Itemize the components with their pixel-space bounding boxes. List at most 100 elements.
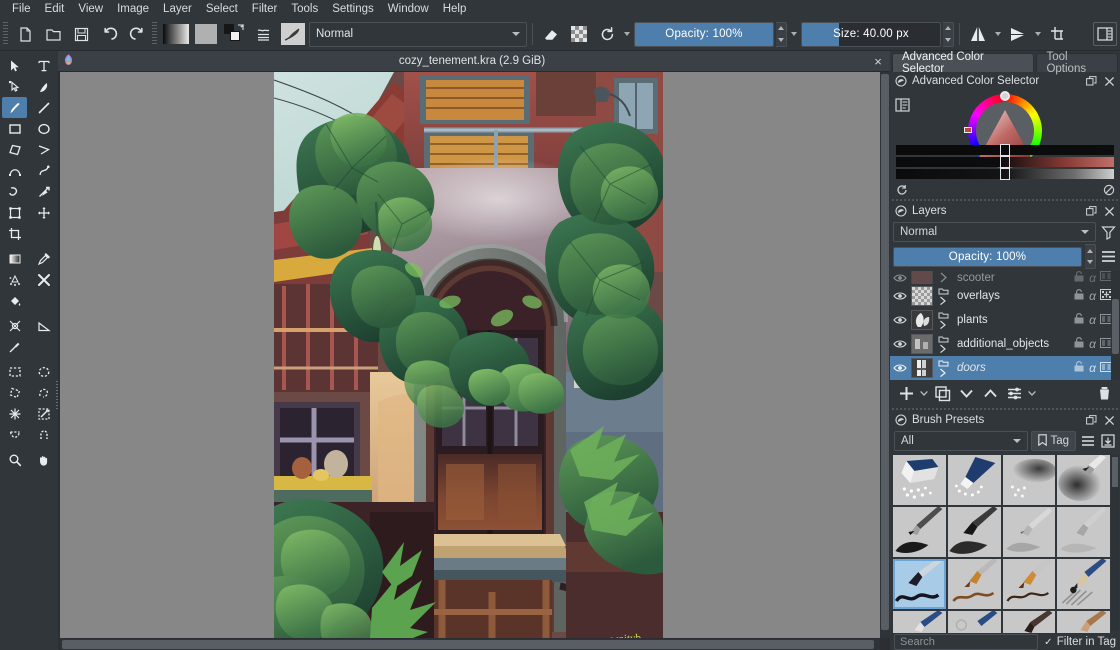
select-ellipse-icon[interactable] xyxy=(31,361,56,382)
brush-preset-eraser-soft[interactable] xyxy=(893,455,946,505)
rectangle-tool[interactable] xyxy=(2,118,27,139)
mirror-vertical-icon[interactable] xyxy=(1005,21,1031,47)
canvas-vertical-scrollbar[interactable] xyxy=(880,72,890,638)
opacity-spinner[interactable] xyxy=(776,21,787,47)
layer-properties-menu-icon[interactable] xyxy=(1099,248,1117,266)
mirror-horizontal-dropdown-icon[interactable] xyxy=(993,22,1003,47)
brush-presets-scrollbar[interactable] xyxy=(1111,455,1119,631)
canvas-artwork[interactable]: wojtyb xyxy=(274,72,663,638)
gradient-tool[interactable] xyxy=(2,248,27,269)
brush-preset-bristle-brush[interactable] xyxy=(947,559,1001,609)
group-layer-icon[interactable] xyxy=(936,287,950,305)
brush-preset-blue-pen-row4[interactable] xyxy=(893,611,946,633)
size-spinner[interactable] xyxy=(943,21,954,47)
freehand-brush-tool[interactable] xyxy=(2,97,27,118)
alpha-inherit-icon[interactable]: α xyxy=(1089,289,1096,303)
layer-name[interactable]: overlays xyxy=(953,290,1070,302)
brush-preset-ink-brush-dark[interactable] xyxy=(947,507,1001,557)
polygon-tool[interactable] xyxy=(2,139,27,160)
select-magnetic-icon[interactable] xyxy=(31,424,56,445)
lock-icon[interactable] xyxy=(1073,289,1085,303)
brush-preset-tan-brush-row4[interactable] xyxy=(1057,611,1110,633)
group-layer-icon[interactable] xyxy=(936,311,950,329)
select-polygon-icon[interactable] xyxy=(2,382,27,403)
layer-row-plants[interactable]: plants α xyxy=(890,308,1120,332)
enclose-fill-icon[interactable] xyxy=(2,315,27,336)
layer-row-doors[interactable]: doors α xyxy=(890,356,1120,380)
list-view-icon[interactable] xyxy=(1079,431,1096,451)
layer-name[interactable]: additional_objects xyxy=(953,338,1070,350)
close-icon[interactable] xyxy=(1103,414,1116,427)
filter-layers-icon[interactable] xyxy=(1099,223,1117,241)
dynamic-brush-tool[interactable] xyxy=(2,181,27,202)
layer-row-scooter[interactable]: scooter α xyxy=(890,271,1120,284)
show-dockers-icon[interactable] xyxy=(1093,22,1117,46)
group-layer-icon[interactable] xyxy=(936,272,950,283)
size-slider[interactable]: Size: 40.00 px xyxy=(801,21,941,47)
alpha-inherit-icon[interactable]: α xyxy=(1089,361,1096,375)
brush-preset-eraser-airbrush[interactable] xyxy=(1002,455,1056,505)
brush-preset-pencil-2b[interactable] xyxy=(1057,559,1110,609)
close-icon[interactable] xyxy=(1103,75,1116,88)
lock-icon[interactable] xyxy=(1073,313,1085,327)
menu-tools[interactable]: Tools xyxy=(284,2,325,17)
pattern-preview-icon[interactable] xyxy=(193,21,219,47)
alpha-inherit-icon[interactable]: α xyxy=(1089,271,1096,284)
layer-blend-mode-combo[interactable]: Normal xyxy=(893,222,1096,242)
search-input[interactable]: Search xyxy=(894,634,1038,650)
canvas-vertical-scroll-thumb[interactable] xyxy=(881,74,889,630)
tab-tool-options[interactable]: Tool Options xyxy=(1036,51,1118,75)
layer-visibility-icon[interactable] xyxy=(892,339,908,349)
edit-shapes-tool[interactable] xyxy=(2,76,27,97)
canvas-horizontal-scrollbar[interactable] xyxy=(60,639,880,650)
document-tab[interactable]: cozy_tenement.kra (2.9 GiB) × xyxy=(58,51,890,72)
float-docker-icon[interactable] xyxy=(1085,75,1098,88)
menu-image[interactable]: Image xyxy=(110,2,156,17)
bezier-curve-tool[interactable] xyxy=(2,160,27,181)
freehand-path-tool[interactable] xyxy=(31,160,56,181)
menu-file[interactable]: File xyxy=(5,2,38,17)
layer-name[interactable]: plants xyxy=(953,314,1070,326)
color-slider-2[interactable] xyxy=(896,156,1114,168)
layers-scroll-thumb[interactable] xyxy=(1112,299,1119,354)
brush-presets-grid[interactable] xyxy=(890,453,1120,633)
save-icon[interactable] xyxy=(68,21,94,47)
tag-button[interactable]: Tag xyxy=(1031,431,1076,451)
tab-advanced-color-selector[interactable]: Advanced Color Selector xyxy=(892,51,1035,75)
delete-layer-button[interactable] xyxy=(1093,382,1115,404)
layer-name[interactable]: scooter xyxy=(953,272,1070,284)
color-slider-1-handle[interactable] xyxy=(1000,144,1010,156)
toolbar-grip-2[interactable] xyxy=(152,22,157,46)
menu-layer[interactable]: Layer xyxy=(156,2,199,17)
text-tool[interactable] xyxy=(31,55,56,76)
menu-settings[interactable]: Settings xyxy=(325,2,381,17)
layer-properties-dropdown[interactable] xyxy=(1027,382,1037,404)
assistant-pin-icon[interactable] xyxy=(2,336,27,357)
close-icon[interactable] xyxy=(1103,205,1116,218)
canvas-horizontal-scroll-thumb[interactable] xyxy=(62,640,874,649)
filter-in-tag-checkbox[interactable]: ✓ Filter in Tag xyxy=(1044,636,1116,648)
brush-preset-icon[interactable] xyxy=(279,21,307,47)
no-color-icon[interactable] xyxy=(1102,184,1115,197)
color-slider-3-handle[interactable] xyxy=(1000,168,1010,180)
calligraphy-tool[interactable] xyxy=(31,76,56,97)
colorize-mask-tool[interactable] xyxy=(2,269,27,290)
layer-visibility-icon[interactable] xyxy=(892,291,908,301)
move-layer-up-button[interactable] xyxy=(979,382,1001,404)
reset-color-icon[interactable] xyxy=(895,184,908,197)
workspace-chooser-icon[interactable] xyxy=(251,21,277,47)
color-slider-3[interactable] xyxy=(896,168,1114,180)
layer-visibility-icon[interactable] xyxy=(892,315,908,325)
menu-help[interactable]: Help xyxy=(436,2,474,17)
move-layer-down-button[interactable] xyxy=(955,382,977,404)
ellipse-tool[interactable] xyxy=(31,118,56,139)
layers-scrollbar[interactable] xyxy=(1111,271,1120,380)
select-magic-wand-icon[interactable] xyxy=(2,403,27,424)
select-similar-icon[interactable] xyxy=(31,403,56,424)
brush-presets-scroll-thumb[interactable] xyxy=(1112,457,1118,487)
polyline-tool[interactable] xyxy=(31,139,56,160)
lock-icon[interactable] xyxy=(1073,271,1085,284)
menu-view[interactable]: View xyxy=(71,2,110,17)
gradient-preview-icon[interactable] xyxy=(161,21,191,47)
undo-icon[interactable] xyxy=(96,21,122,47)
